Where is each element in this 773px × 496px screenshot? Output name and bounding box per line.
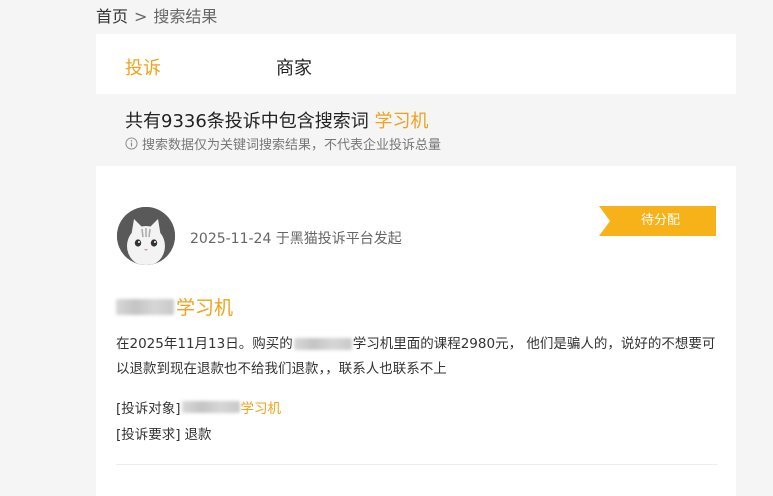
complaint-title-text: 学习机 xyxy=(176,297,234,319)
status-label: 待分配 xyxy=(640,213,680,228)
target-label: [投诉对象] xyxy=(116,401,181,417)
note-text: 搜索数据仅为关键词搜索结果，不代表企业投诉总量 xyxy=(142,138,442,153)
avatar xyxy=(117,207,175,265)
tab-merchants[interactable]: 商家 xyxy=(276,54,312,80)
complaint-date-source: 2025-11-24 于黑猫投诉平台发起 xyxy=(190,231,402,247)
complaint-description: 在2025年11月13日。购买的 学习机里面的课程2980元， 他们是骗人的，说好… xyxy=(116,332,721,382)
description-part-1: 在2025年11月13日。购买的 xyxy=(116,336,293,352)
target-value-link[interactable]: 学习机 xyxy=(241,397,282,417)
info-icon xyxy=(125,137,138,150)
breadcrumb-separator: > xyxy=(134,7,148,26)
search-note: 搜索数据仅为关键词搜索结果，不代表企业投诉总量 xyxy=(125,134,441,153)
breadcrumb-home-link[interactable]: 首页 xyxy=(96,7,128,26)
redacted-company-name xyxy=(116,298,174,315)
status-badge: 待分配 xyxy=(599,206,716,236)
complaint-target-row: [投诉对象] 学习机 xyxy=(116,397,281,417)
redacted-company-name xyxy=(181,401,240,413)
search-summary: 共有9336条投诉中包含搜索词 学习机 xyxy=(125,107,429,133)
complaint-request-row: [投诉要求] 退款 xyxy=(116,423,212,443)
request-value: 退款 xyxy=(184,427,212,443)
tab-complaints[interactable]: 投诉 xyxy=(125,54,161,80)
request-label: [投诉要求] xyxy=(116,427,181,443)
breadcrumb-current: 搜索结果 xyxy=(153,7,218,26)
summary-keyword: 学习机 xyxy=(374,111,429,132)
redacted-company-name xyxy=(293,338,352,350)
complaint-card[interactable]: 2025-11-24 于黑猫投诉平台发起 待分配 学习机 在2025年11月13… xyxy=(96,166,736,496)
breadcrumb: 首页 > 搜索结果 xyxy=(96,3,217,27)
complaint-title[interactable]: 学习机 xyxy=(116,293,233,320)
cat-avatar-icon xyxy=(117,207,175,265)
summary-text: 共有9336条投诉中包含搜索词 xyxy=(125,111,369,132)
search-tabs: 投诉 商家 xyxy=(96,34,736,94)
divider xyxy=(116,464,718,465)
